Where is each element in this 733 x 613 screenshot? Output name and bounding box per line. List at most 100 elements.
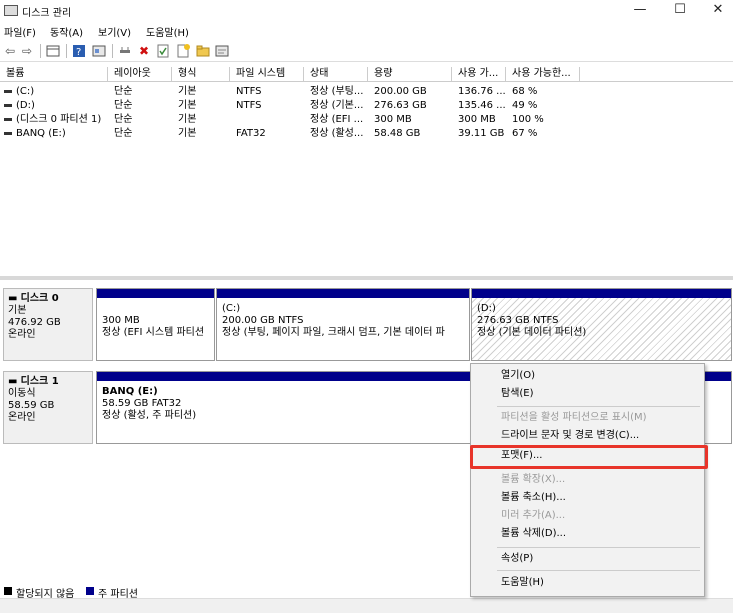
volume-type: 기본 bbox=[178, 114, 197, 125]
disk-0-label[interactable]: ▬ 디스크 0 기본 476.92 GB 온라인 bbox=[3, 288, 93, 361]
partition-bar bbox=[97, 289, 214, 298]
partition-size: 276.63 GB NTFS bbox=[477, 315, 559, 326]
volume-list-icon[interactable] bbox=[46, 44, 60, 58]
format-highlight-box bbox=[470, 445, 708, 469]
volume-type: 기본 bbox=[178, 100, 197, 111]
volume-capacity: 200.00 GB bbox=[374, 86, 427, 97]
column-header-status[interactable]: 상태 bbox=[304, 67, 368, 81]
minimize-button[interactable]: — bbox=[622, 0, 658, 20]
volume-name-text: (디스크 0 파티션 1) bbox=[16, 114, 102, 125]
partition-info: (D:) 276.63 GB NTFS 정상 (기본 데이터 파티션) bbox=[477, 303, 728, 339]
menu-item-open[interactable]: 열기(O) bbox=[501, 368, 535, 384]
volume-icon bbox=[4, 103, 12, 107]
column-header-free[interactable]: 사용 가... bbox=[452, 67, 506, 81]
forward-icon[interactable]: ⇨ bbox=[20, 44, 34, 58]
volume-name: (C:) bbox=[0, 85, 108, 98]
volume-percent-free: 100 % bbox=[512, 114, 544, 125]
disk-icon: ▬ bbox=[8, 293, 21, 304]
disk-0-state: 온라인 bbox=[8, 329, 36, 340]
menu-item-extend-volume: 볼륨 확장(X)... bbox=[501, 474, 566, 485]
volume-name: BANQ (E:) bbox=[0, 127, 108, 140]
disk-0-name: 디스크 0 bbox=[20, 293, 59, 304]
menu-item-mark-active: 파티션을 활성 파티션으로 표시(M) bbox=[501, 412, 647, 423]
menu-separator bbox=[497, 570, 700, 571]
help-icon[interactable]: ? bbox=[72, 44, 86, 58]
pane-splitter[interactable] bbox=[0, 276, 733, 280]
column-header-layout[interactable]: 레이아웃 bbox=[108, 67, 172, 81]
context-menu: 열기(O) 탐색(E) 파티션을 활성 파티션으로 표시(M) 드라이브 문자 … bbox=[470, 363, 705, 597]
column-header-filesystem[interactable]: 파일 시스템 bbox=[230, 67, 304, 81]
volume-layout: 단순 bbox=[114, 128, 133, 139]
toolbar-separator bbox=[66, 44, 67, 58]
disk-1-name-row: ▬ 디스크 1 bbox=[8, 376, 88, 388]
disk-0-type: 기본 bbox=[8, 305, 27, 316]
menu-item-change-drive-letter[interactable]: 드라이브 문자 및 경로 변경(C)... bbox=[501, 428, 639, 444]
table-row[interactable]: BANQ (E:) 단순 기본 FAT32 정상 (활성... 58.48 GB… bbox=[0, 127, 733, 140]
column-header-percent-free[interactable]: 사용 가능한... bbox=[506, 67, 580, 81]
table-row[interactable]: (디스크 0 파티션 1) 단순 기본 정상 (EFI ... 300 MB 3… bbox=[0, 113, 733, 126]
legend-swatch-unallocated bbox=[4, 587, 12, 595]
volume-status: 정상 (EFI ... bbox=[310, 114, 364, 125]
status-bar bbox=[0, 598, 733, 613]
new-icon[interactable] bbox=[176, 44, 190, 58]
maximize-button[interactable]: ☐ bbox=[662, 0, 698, 20]
disk-1-label[interactable]: ▬ 디스크 1 이동식 58.59 GB 온라인 bbox=[3, 371, 93, 444]
table-row[interactable]: (D:) 단순 기본 NTFS 정상 (기본... 276.63 GB 135.… bbox=[0, 99, 733, 112]
disk-1-name: 디스크 1 bbox=[20, 376, 59, 387]
menu-item-delete-volume[interactable]: 볼륨 삭제(D)... bbox=[501, 526, 566, 542]
window-title: 디스크 관리 bbox=[22, 8, 72, 19]
volume-name: (D:) bbox=[0, 99, 108, 112]
volume-free: 136.76 ... bbox=[458, 86, 506, 97]
volume-percent-free: 67 % bbox=[512, 128, 538, 139]
check-icon[interactable] bbox=[156, 44, 170, 58]
volume-capacity: 276.63 GB bbox=[374, 100, 427, 111]
menu-item-shrink-volume[interactable]: 볼륨 축소(H)... bbox=[501, 490, 566, 506]
menu-item-help[interactable]: 도움말(H) bbox=[501, 575, 544, 591]
volume-capacity: 58.48 GB bbox=[374, 128, 421, 139]
delete-icon[interactable]: ✖ bbox=[137, 44, 151, 58]
partition-status: 정상 (기본 데이터 파티션) bbox=[477, 327, 587, 338]
volume-filesystem: FAT32 bbox=[236, 128, 266, 139]
folder-icon[interactable] bbox=[196, 44, 210, 58]
menu-item-properties[interactable]: 속성(P) bbox=[501, 551, 533, 567]
partition-size: 300 MB bbox=[102, 315, 140, 326]
volume-free: 135.46 ... bbox=[458, 100, 506, 111]
rescan-icon[interactable] bbox=[215, 44, 229, 58]
toolbar-separator bbox=[40, 44, 41, 58]
menu-bar: 파일(F) 동작(A) 보기(V) 도움말(H) bbox=[0, 22, 733, 39]
menu-separator bbox=[497, 547, 700, 548]
volume-capacity: 300 MB bbox=[374, 114, 412, 125]
properties-icon[interactable] bbox=[92, 44, 106, 58]
column-header-type[interactable]: 형식 bbox=[172, 67, 230, 81]
partition-title: (C:) bbox=[222, 303, 241, 314]
column-header-capacity[interactable]: 용량 bbox=[368, 67, 452, 81]
volume-layout: 단순 bbox=[114, 100, 133, 111]
volume-status: 정상 (활성... bbox=[310, 128, 364, 139]
volume-name: (디스크 0 파티션 1) bbox=[0, 113, 108, 126]
partition-d[interactable]: (D:) 276.63 GB NTFS 정상 (기본 데이터 파티션) bbox=[471, 288, 732, 361]
disk-icon: ▬ bbox=[8, 376, 21, 387]
menu-help[interactable]: 도움말(H) bbox=[146, 24, 189, 39]
partition-bar bbox=[472, 289, 731, 298]
column-header-volume[interactable]: 볼륨 bbox=[0, 67, 108, 81]
toolbar-separator bbox=[112, 44, 113, 58]
table-row[interactable]: (C:) 단순 기본 NTFS 정상 (부팅... 200.00 GB 136.… bbox=[0, 85, 733, 98]
partition-c[interactable]: (C:) 200.00 GB NTFS 정상 (부팅, 페이지 파일, 크래시 … bbox=[216, 288, 470, 361]
volume-filesystem: NTFS bbox=[236, 100, 262, 111]
partition-efi[interactable]: 300 MB 정상 (EFI 시스템 파티션 bbox=[96, 288, 215, 361]
volume-type: 기본 bbox=[178, 86, 197, 97]
disk-management-icon bbox=[4, 5, 18, 16]
partition-title: (D:) bbox=[477, 303, 496, 314]
volume-name-text: BANQ (E:) bbox=[16, 128, 66, 139]
volume-name-text: (D:) bbox=[16, 100, 35, 111]
volume-type: 기본 bbox=[178, 128, 197, 139]
menu-view[interactable]: 보기(V) bbox=[98, 24, 131, 39]
menu-file[interactable]: 파일(F) bbox=[4, 24, 36, 39]
close-button[interactable]: ✕ bbox=[700, 0, 733, 20]
connect-icon[interactable] bbox=[118, 44, 132, 58]
volume-status: 정상 (부팅... bbox=[310, 86, 364, 97]
volume-free: 39.11 GB bbox=[458, 128, 505, 139]
menu-action[interactable]: 동작(A) bbox=[50, 24, 83, 39]
menu-item-explore[interactable]: 탐색(E) bbox=[501, 386, 534, 402]
back-icon[interactable]: ⇦ bbox=[3, 44, 17, 58]
